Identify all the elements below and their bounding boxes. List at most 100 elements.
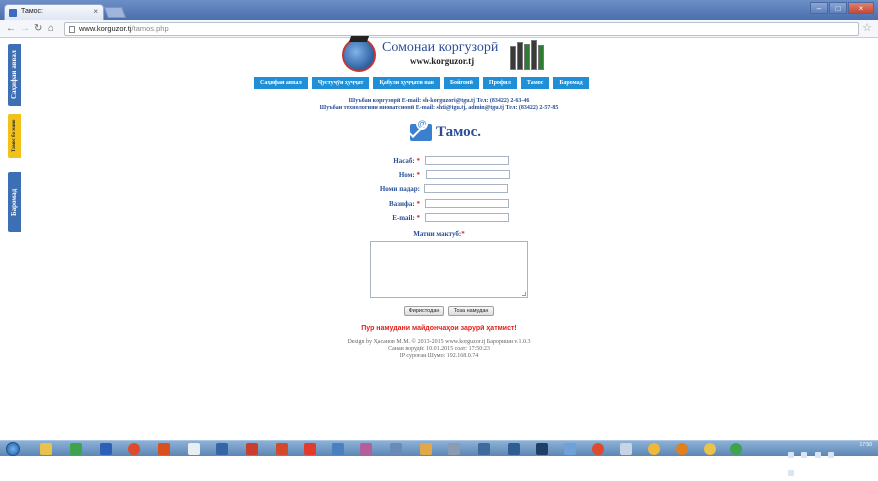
footer-credits: Design by Ҳасанов М.М. © 2013-2015 www.k… xyxy=(347,339,531,345)
sidebar-item-label: Баромад xyxy=(10,188,18,216)
field-label: Насаб: * xyxy=(393,157,420,165)
footer-ip: IP суроғаи Шумо: 192.168.0.74 xyxy=(399,353,479,359)
field-label: E-mail: * xyxy=(392,214,420,222)
tray-icon[interactable] xyxy=(801,452,808,458)
app-icon[interactable] xyxy=(620,443,632,455)
field-label: Ном: * xyxy=(398,171,420,179)
new-tab-button[interactable] xyxy=(103,7,127,18)
notepad-icon[interactable] xyxy=(188,443,200,455)
field-label: Вазифа: * xyxy=(389,200,420,208)
chrome-icon[interactable] xyxy=(128,443,140,455)
taskbar: 17:50 xyxy=(0,440,878,476)
url-host: www.korguzor.tj xyxy=(79,24,132,33)
site-logo[interactable]: Сомонаи коргузорӣ www.korguzor.tj xyxy=(338,36,566,78)
email-icon: @ xyxy=(410,118,432,141)
address-bar[interactable]: www.korguzor.tj/tamos.php xyxy=(64,22,859,36)
message-textarea[interactable] xyxy=(370,241,528,298)
field-label: Номи падар: xyxy=(379,185,420,193)
browser-tab[interactable]: Тамос: × xyxy=(4,4,104,20)
title-bar: Тамос: × – □ × xyxy=(0,0,878,20)
app-icon[interactable] xyxy=(360,443,372,455)
app-icon[interactable] xyxy=(332,443,344,455)
name-field[interactable] xyxy=(426,170,510,179)
browser-window: Тамос: × – □ × ← → ↻ ⌂ www.korguzor.tj/t… xyxy=(0,0,878,476)
forward-icon[interactable]: → xyxy=(20,23,30,35)
app-icon[interactable] xyxy=(158,443,170,455)
resize-grip-icon[interactable] xyxy=(522,292,526,296)
tray-icon[interactable] xyxy=(814,452,821,458)
minimize-icon[interactable]: – xyxy=(810,2,828,14)
start-button[interactable] xyxy=(6,442,20,456)
form-row-patronymic: Номи падар: xyxy=(300,184,620,195)
reload-icon[interactable]: ↻ xyxy=(34,23,42,35)
close-window-icon[interactable]: × xyxy=(848,2,874,14)
app-icon[interactable] xyxy=(420,443,432,455)
menu-item-new-document[interactable]: Қабули ҳуҷҷати нав xyxy=(373,77,440,89)
tab-title: Тамос: xyxy=(21,8,44,15)
clock[interactable]: 17:50 xyxy=(859,442,872,448)
required-warning: Пур намудани майдончаҳои зарурӣ ҳатмист! xyxy=(361,325,517,332)
app-icon[interactable] xyxy=(216,443,228,455)
sidebar-item-contact[interactable]: Тамос бо мано xyxy=(8,114,21,158)
sidebar-item-logout[interactable]: Баромад xyxy=(8,172,21,232)
reset-button[interactable]: Тоза намудан xyxy=(448,306,494,316)
app-icon[interactable] xyxy=(508,443,520,455)
app-icon[interactable] xyxy=(676,443,688,455)
logo-url: www.korguzor.tj xyxy=(410,56,475,66)
books-icon xyxy=(508,38,548,70)
sidebar-item-label: Тамос бо мано xyxy=(12,119,17,153)
tray-icon[interactable] xyxy=(788,452,794,458)
menu-item-logout[interactable]: Баромад xyxy=(553,77,589,89)
app-icon[interactable] xyxy=(276,443,288,455)
explorer-icon[interactable] xyxy=(40,443,52,455)
patronymic-field[interactable] xyxy=(424,184,508,193)
contact-line-1: Шуъбаи коргузорӣ E-mail: sh-korguzori@tg… xyxy=(348,98,530,104)
app-icon[interactable] xyxy=(564,443,576,455)
app-icon[interactable] xyxy=(390,443,402,455)
globe-icon xyxy=(342,38,376,72)
word-icon[interactable] xyxy=(100,443,112,455)
sidebar-item-home[interactable]: Саҳифаи аввал xyxy=(8,44,21,106)
surname-field[interactable] xyxy=(425,156,509,165)
sidebar-item-label: Саҳифаи аввал xyxy=(10,50,18,100)
system-tray xyxy=(788,445,848,476)
page-icon xyxy=(69,26,75,33)
app-icon[interactable] xyxy=(478,443,490,455)
app-icon[interactable] xyxy=(304,443,316,455)
page-content: Саҳифаи аввал Тамос бо мано Баромад Сомо… xyxy=(0,36,878,440)
app-icon[interactable] xyxy=(648,443,660,455)
menu-item-archive[interactable]: Бойгонӣ xyxy=(443,77,479,89)
menu-item-profile[interactable]: Профил xyxy=(482,77,517,89)
position-field[interactable] xyxy=(425,199,509,208)
form-row-email: E-mail: * xyxy=(300,213,620,224)
menu-item-contact[interactable]: Тамос xyxy=(520,77,550,89)
tab-close-icon[interactable]: × xyxy=(93,7,98,16)
menu-item-search[interactable]: Ҷустуҷӯи ҳуҷҷат xyxy=(311,77,370,89)
back-icon[interactable]: ← xyxy=(6,23,16,35)
app-icon[interactable] xyxy=(704,443,716,455)
footer-login-date: Санаи ворудӣ: 10.01.2015 соат: 17:50:23 xyxy=(388,346,490,352)
app-icon[interactable] xyxy=(448,443,460,455)
url-path: /tamos.php xyxy=(131,24,169,33)
form-row-surname: Насаб: * xyxy=(300,156,620,167)
browser-toolbar: ← → ↻ ⌂ www.korguzor.tj/tamos.php ☆ xyxy=(0,20,878,38)
app-icon[interactable] xyxy=(246,443,258,455)
home-icon[interactable]: ⌂ xyxy=(48,23,54,35)
app-icon[interactable] xyxy=(730,443,742,455)
app-icon[interactable] xyxy=(592,443,604,455)
maximize-icon[interactable]: □ xyxy=(829,2,847,14)
excel-icon[interactable] xyxy=(70,443,82,455)
contact-line-2: Шуъбаи технологияи иноватсионӣ E-mail: s… xyxy=(319,105,559,111)
menu-item-home[interactable]: Саҳифаи аввал xyxy=(254,77,308,89)
graduation-cap-icon xyxy=(348,36,370,42)
page-title: Тамос. xyxy=(436,124,482,140)
form-row-name: Ном: * xyxy=(300,170,620,181)
app-icon[interactable] xyxy=(536,443,548,455)
submit-button[interactable]: Фиристодан xyxy=(404,306,444,316)
tray-icon[interactable] xyxy=(788,470,794,476)
tray-icon[interactable] xyxy=(828,452,835,458)
email-field[interactable] xyxy=(425,213,509,222)
favicon-icon xyxy=(9,9,17,17)
bookmark-star-icon[interactable]: ☆ xyxy=(862,21,872,34)
main-menu: Саҳифаи аввал Ҷустуҷӯи ҳуҷҷат Қабули ҳуҷ… xyxy=(254,77,589,89)
